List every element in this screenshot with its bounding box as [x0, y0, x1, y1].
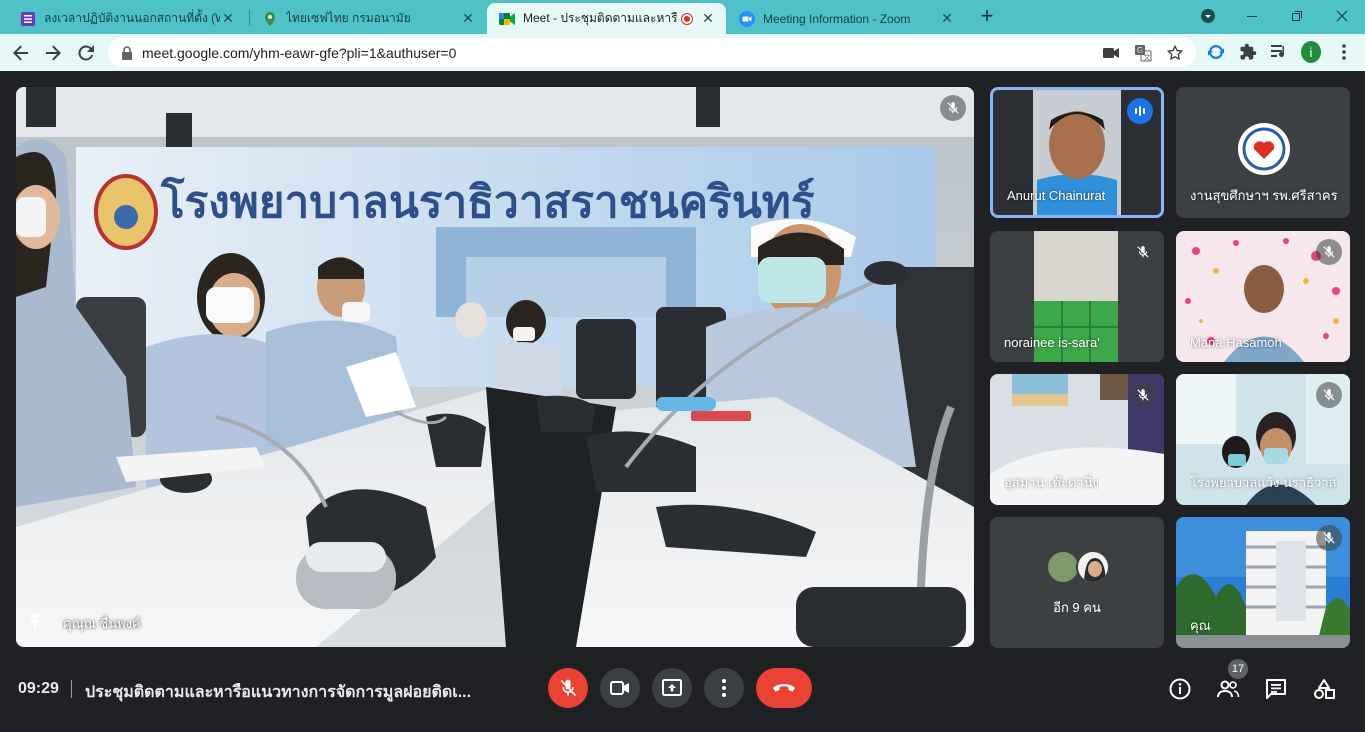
minimize-icon[interactable]: [1242, 6, 1262, 26]
bookmark-star-icon[interactable]: [1166, 44, 1184, 62]
meeting-clock: 09:29: [18, 680, 59, 697]
forward-button[interactable]: [40, 40, 66, 66]
tab-title: Meeting Information - Zoom: [763, 11, 911, 26]
participant-tile[interactable]: Anurut Chainurat: [990, 87, 1164, 218]
participant-tile[interactable]: Mana Hasamoh: [1176, 231, 1350, 362]
leave-call-button[interactable]: [756, 668, 812, 708]
tab-strip: ลงเวลาปฏิบัติงานนอกสถานที่ตั้ง (Work ✕ ไ…: [0, 0, 1365, 34]
mic-off-icon: [1316, 239, 1342, 265]
people-icon: [1217, 680, 1240, 698]
camera-icon: [610, 681, 629, 695]
close-icon[interactable]: ✕: [700, 10, 716, 27]
participant-tile[interactable]: โรงพยาบาลแว้ง นราธิวาส: [1176, 374, 1350, 505]
participant-tile[interactable]: norainee is-sara': [990, 231, 1164, 362]
participant-name: งานสุขศึกษาฯ รพ.ศรีสาคร: [1190, 188, 1338, 203]
reload-button[interactable]: [73, 40, 99, 66]
toggle-camera-button[interactable]: [600, 668, 640, 708]
address-bar[interactable]: meet.google.com/yhm-eawr-gfe?pli=1&authu…: [108, 38, 1196, 67]
participant-avatar: [1076, 550, 1110, 584]
participant-name: Anurut Chainurat: [1007, 188, 1106, 203]
self-view-tile[interactable]: คุณ: [1176, 517, 1350, 648]
main-speaker-name: คุณุณ ชื่นพงค์: [63, 616, 141, 631]
hospital-sign-text: โรงพยาบาลนราธิวาสราชนครินทร์: [160, 175, 815, 228]
close-window-icon[interactable]: [1332, 6, 1352, 26]
speaker-mic-off-icon: [940, 95, 966, 121]
forms-icon: [20, 11, 36, 27]
participant-name: คุณ: [1190, 618, 1211, 633]
divider: [71, 680, 72, 698]
meeting-controls-bar: 09:29 ประชุมติดตามและหารือแนวทางการจัดกา…: [0, 660, 1365, 718]
close-icon[interactable]: ✕: [939, 10, 955, 27]
profile-avatar[interactable]: i: [1301, 41, 1321, 63]
close-icon[interactable]: ✕: [460, 10, 476, 27]
present-icon: [662, 679, 682, 696]
more-vert-icon: [722, 679, 726, 697]
chat-icon: [1266, 679, 1286, 699]
translate-icon[interactable]: G文: [1134, 44, 1152, 62]
meeting-title: ประชุมติดตามและหารือแนวทางการจัดการมูลฝอ…: [85, 684, 472, 701]
tab-search-icon[interactable]: [1198, 6, 1218, 26]
tab-title: ลงเวลาปฏิบัติงานนอกสถานที่ตั้ง (Work: [44, 11, 220, 25]
more-participants-label: อีก 9 คน: [1053, 600, 1101, 615]
toggle-mic-button[interactable]: [548, 668, 588, 708]
profile-initial: i: [1301, 41, 1321, 63]
media-control-icon[interactable]: [1270, 42, 1290, 62]
speaking-indicator-icon: [1127, 98, 1153, 124]
extensions-puzzle-icon[interactable]: [1238, 42, 1258, 62]
url-text[interactable]: meet.google.com/yhm-eawr-gfe?pli=1&authu…: [142, 45, 456, 61]
tab-workplace[interactable]: ลงเวลาปฏิบัติงานนอกสถานที่ตั้ง (Work ✕: [8, 3, 246, 34]
recording-indicator-icon: [682, 13, 692, 24]
participant-name: อุสมาน เด๊ะดานิ่ง: [1004, 475, 1099, 490]
new-tab-button[interactable]: +: [975, 5, 999, 29]
back-button[interactable]: [8, 40, 34, 66]
browser-toolbar: meet.google.com/yhm-eawr-gfe?pli=1&authu…: [0, 34, 1365, 71]
show-everyone-button[interactable]: [1215, 676, 1241, 702]
participant-count-badge: 17: [1228, 659, 1248, 679]
participant-name: โรงพยาบาลแว้ง นราธิวาส: [1190, 475, 1337, 490]
present-screen-button[interactable]: [652, 668, 692, 708]
mic-off-icon: [1316, 525, 1342, 551]
tab-title: ไทยเซฟไทย กรมอนามัย: [286, 11, 411, 25]
activities-button[interactable]: [1311, 676, 1337, 702]
tab-thaisafe[interactable]: ไทยเซฟไทย กรมอนามัย ✕: [250, 3, 486, 34]
meeting-details-button[interactable]: [1167, 676, 1193, 702]
participant-avatar: [1046, 550, 1080, 584]
more-options-button[interactable]: [704, 668, 744, 708]
mic-off-icon: [1316, 382, 1342, 408]
close-icon[interactable]: ✕: [220, 10, 236, 27]
pin-icon[interactable]: [28, 612, 42, 635]
mic-off-icon: [1130, 382, 1156, 408]
meet-icon: [499, 11, 515, 27]
info-icon: [1169, 678, 1191, 700]
tab-zoom[interactable]: Meeting Information - Zoom ✕: [727, 3, 965, 34]
mic-off-icon: [1130, 239, 1156, 265]
camera-in-use-icon[interactable]: [1102, 44, 1120, 62]
conference-room-video: โรงพยาบาลนราธิวาสราชนครินทร์: [16, 87, 974, 647]
main-video-tile[interactable]: โรงพยาบาลนราธิวาสราชนครินทร์ คุณุณ ชื่นพ…: [16, 87, 974, 647]
participant-name: Mana Hasamoh: [1190, 335, 1282, 350]
lock-icon[interactable]: [118, 44, 136, 62]
participant-tile[interactable]: อุสมาน เด๊ะดานิ่ง: [990, 374, 1164, 505]
participant-tile[interactable]: งานสุขศึกษาฯ รพ.ศรีสาคร: [1176, 87, 1350, 218]
svg-text:文: 文: [1144, 53, 1151, 62]
tab-title: Meet - ประชุมติดตามและหารือแน: [523, 11, 678, 25]
chat-button[interactable]: [1263, 676, 1289, 702]
zoom-icon: [739, 10, 755, 27]
restore-icon[interactable]: [1287, 6, 1307, 26]
sync-extension-icon[interactable]: [1206, 42, 1226, 62]
mic-off-icon: [560, 679, 577, 697]
more-participants-tile[interactable]: อีก 9 คน: [990, 517, 1164, 648]
tab-meet[interactable]: Meet - ประชุมติดตามและหารือแน ✕: [487, 3, 726, 34]
participant-name: norainee is-sara': [1004, 335, 1100, 350]
map-pin-icon: [262, 11, 278, 27]
hang-up-icon: [773, 684, 795, 692]
activities-icon: [1314, 679, 1335, 699]
chrome-menu-icon[interactable]: [1334, 42, 1354, 62]
